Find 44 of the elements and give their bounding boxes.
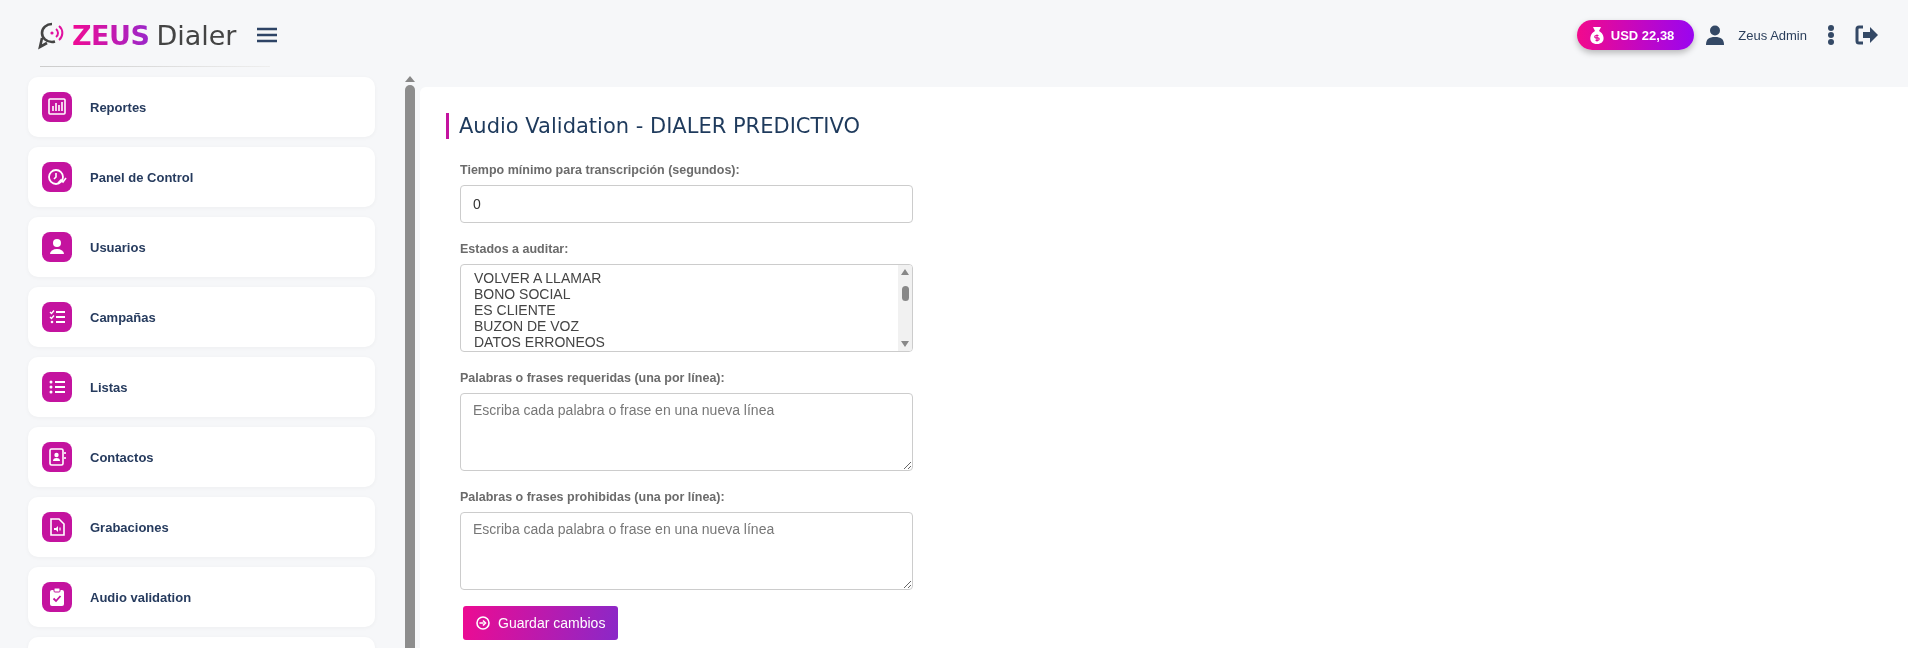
list-option[interactable]: BONO SOCIAL bbox=[474, 286, 571, 302]
contact-card-icon bbox=[42, 442, 72, 472]
scrollbar-thumb[interactable] bbox=[405, 85, 415, 648]
text-area[interactable]: Escriba cada palabra o frase en una nueva línea bbox=[460, 512, 913, 590]
text-area[interactable]: Escriba cada palabra o frase en una nueva línea bbox=[460, 393, 913, 471]
audio-file-icon bbox=[42, 512, 72, 542]
field-label: Estados a auditar: bbox=[460, 242, 569, 256]
input-field[interactable]: 0 bbox=[460, 185, 913, 223]
bar-chart-icon bbox=[42, 92, 72, 122]
more-icon[interactable] bbox=[1827, 24, 1835, 46]
sidebar-item[interactable]: Contactos bbox=[28, 427, 375, 487]
list-option[interactable]: ES CLIENTE bbox=[474, 302, 556, 318]
scroll-thumb[interactable] bbox=[901, 285, 909, 301]
field-label: Tiempo mínimo para transcripción (segundos): bbox=[460, 163, 740, 177]
clipboard-check-icon bbox=[42, 582, 72, 612]
sidebar-item[interactable]: Listas bbox=[28, 357, 375, 417]
field-label: Palabras o frases prohibidas (una por línea): bbox=[460, 490, 725, 504]
sidebar-item[interactable]: Grabaciones bbox=[28, 497, 375, 557]
logout-icon[interactable] bbox=[1855, 25, 1878, 45]
list-option[interactable]: DATOS ERRONEOS bbox=[474, 334, 605, 350]
list-option[interactable]: BUZON DE VOZ bbox=[474, 318, 579, 334]
sidebar-item[interactable]: Panel de Control bbox=[28, 147, 375, 207]
user-name: Zeus Admin bbox=[1738, 27, 1807, 43]
sidebar-item[interactable]: Audio validation bbox=[28, 567, 375, 627]
menu-icon[interactable] bbox=[256, 25, 279, 45]
list-option[interactable]: VOLVER A LLAMAR bbox=[474, 270, 602, 286]
checklist-icon bbox=[42, 302, 72, 332]
field-label: Palabras o frases requeridas (una por línea): bbox=[460, 371, 725, 385]
user-icon bbox=[42, 232, 72, 262]
balance-badge[interactable]: USD 22,38 bbox=[1576, 20, 1695, 50]
sidebar-item[interactable]: Reportes bbox=[28, 77, 375, 137]
scroll-down-icon[interactable] bbox=[901, 341, 909, 347]
scroll-up-icon[interactable] bbox=[405, 75, 415, 82]
scroll-up-icon[interactable] bbox=[901, 269, 909, 275]
list-icon bbox=[42, 372, 72, 402]
sidebar-item[interactable]: Campañas bbox=[28, 287, 375, 347]
page-title: Audio Validation - DIALER PREDICTIVO bbox=[446, 113, 861, 139]
arrow-circle-icon bbox=[476, 616, 490, 630]
save-button[interactable]: Guardar cambios bbox=[463, 606, 619, 640]
user-icon bbox=[1706, 25, 1725, 45]
listbox[interactable]: VOLVER A LLAMAR BONO SOCIAL ES CLIENTE BUZON DE VOZ DATOS ERRONEOS bbox=[460, 264, 913, 352]
clock-chart-icon bbox=[42, 162, 72, 192]
logo-product: Dialer bbox=[156, 19, 237, 51]
sidebar-item[interactable]: Usuarios bbox=[28, 217, 375, 277]
